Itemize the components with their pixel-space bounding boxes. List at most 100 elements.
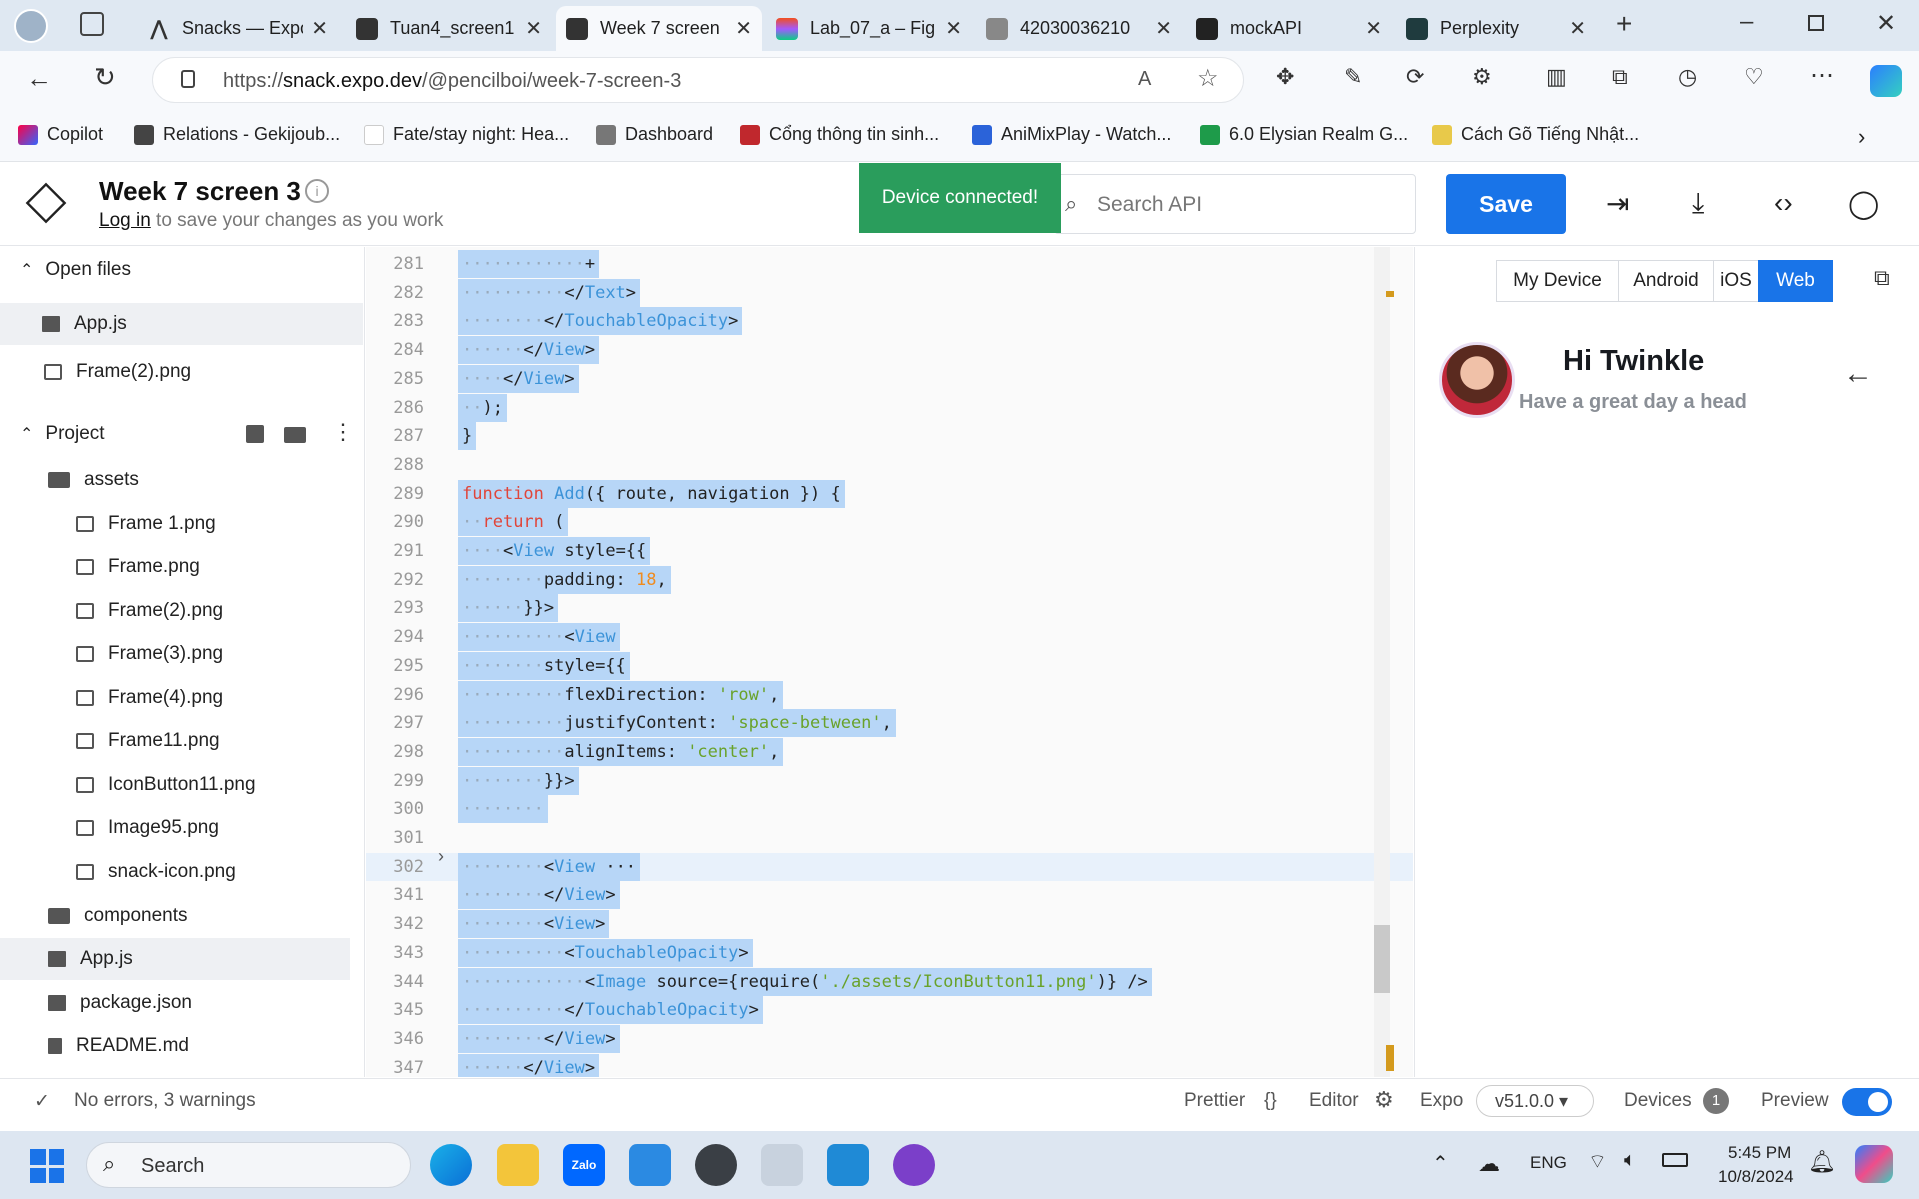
edge-icon[interactable]: [430, 1144, 472, 1186]
root-file-package-json[interactable]: package.json: [0, 982, 350, 1024]
scroll-thumb[interactable]: [1374, 925, 1390, 993]
tab-web[interactable]: Web: [1758, 260, 1833, 302]
collections-icon[interactable]: ⧉: [1612, 64, 1628, 90]
project-menu-icon[interactable]: ⋮: [332, 419, 354, 445]
pen-icon[interactable]: ✎: [1344, 64, 1362, 90]
battery-icon[interactable]: [1662, 1153, 1688, 1167]
tab-document[interactable]: 42030036210 ✕: [976, 6, 1182, 51]
sdk-version-select[interactable]: v51.0.0 ▾: [1476, 1085, 1594, 1117]
profile-avatar[interactable]: [14, 9, 48, 43]
folder-assets[interactable]: assets: [0, 459, 350, 501]
split-screen-icon[interactable]: ▥: [1546, 64, 1567, 90]
tab-week7[interactable]: Week 7 screen ✕: [556, 6, 762, 51]
photos-icon[interactable]: [761, 1144, 803, 1186]
history-icon[interactable]: ◷: [1678, 64, 1697, 90]
asset-file[interactable]: snack-icon.png: [0, 851, 350, 893]
folder-components[interactable]: components: [0, 895, 350, 937]
code-line[interactable]: 347 ······</View>: [366, 1053, 1413, 1077]
language-indicator[interactable]: ENG: [1530, 1153, 1567, 1173]
braces-icon[interactable]: {}: [1264, 1090, 1277, 1112]
open-file-frame2[interactable]: Frame(2).png: [0, 351, 350, 393]
code-line[interactable]: 283 ········</TouchableOpacity>: [366, 307, 1413, 336]
open-file-app-js[interactable]: App.js: [0, 303, 363, 345]
asset-file[interactable]: Frame11.png: [0, 720, 350, 762]
save-button[interactable]: Save: [1446, 174, 1566, 234]
new-file-icon[interactable]: [246, 425, 264, 443]
code-line[interactable]: 293 ······}}>: [366, 594, 1413, 623]
info-icon[interactable]: i: [305, 179, 329, 203]
asset-file[interactable]: Frame(2).png: [0, 590, 350, 632]
taskbar-search[interactable]: ⌕ Search: [86, 1142, 411, 1188]
close-icon[interactable]: ✕: [945, 16, 962, 41]
fold-chevron-icon[interactable]: ›: [438, 846, 444, 867]
code-line[interactable]: 295 ········style={{: [366, 651, 1413, 680]
asset-file[interactable]: Frame(4).png: [0, 677, 350, 719]
code-line[interactable]: 285 ····</View>: [366, 364, 1413, 393]
preview-label[interactable]: Preview: [1761, 1090, 1829, 1112]
download-icon[interactable]: ⤓: [1692, 187, 1704, 220]
windows-start-icon[interactable]: [30, 1149, 64, 1183]
code-line[interactable]: 302 ········<View ···: [366, 852, 1413, 881]
export-icon[interactable]: ⇥: [1606, 187, 1629, 220]
clock-date[interactable]: 10/8/2024: [1718, 1167, 1794, 1187]
more-menu-icon[interactable]: ⋯: [1810, 61, 1834, 90]
file-explorer-icon[interactable]: [497, 1144, 539, 1186]
devices-label[interactable]: Devices: [1624, 1090, 1692, 1112]
clock-time[interactable]: 5:45 PM: [1728, 1143, 1791, 1163]
user-account-icon[interactable]: ◯: [1848, 187, 1879, 220]
copilot-taskbar-icon[interactable]: [1855, 1145, 1893, 1183]
wifi-icon[interactable]: ⌔: [1588, 1149, 1607, 1174]
read-aloud-icon[interactable]: A: [1138, 68, 1151, 91]
tab-tuan4[interactable]: Tuan4_screen1 ✕: [346, 6, 552, 51]
code-line[interactable]: 301: [366, 824, 1413, 852]
bookmark-cong-thong-tin[interactable]: Cổng thông tin sinh...: [740, 124, 939, 145]
restore-icon[interactable]: [1808, 15, 1824, 31]
code-line[interactable]: 342 ········<View>: [366, 910, 1413, 939]
extensions-icon[interactable]: ⚙: [1472, 64, 1492, 90]
bookmark-relations[interactable]: Relations - Gekijoub...: [134, 124, 340, 145]
tab-my-device[interactable]: My Device: [1496, 260, 1619, 302]
performance-icon[interactable]: ♡: [1744, 64, 1764, 90]
tab-figma[interactable]: Lab_07_a – Fig ✕: [766, 6, 972, 51]
login-link[interactable]: Log in: [99, 210, 151, 231]
bookmark-cach-go[interactable]: Cách Gõ Tiếng Nhật...: [1432, 124, 1639, 145]
asset-file[interactable]: IconButton11.png: [0, 764, 350, 806]
workspaces-icon[interactable]: [80, 12, 104, 36]
tray-chevron-icon[interactable]: ⌃: [1432, 1151, 1449, 1176]
bookmark-fate[interactable]: Fate/stay night: Hea...: [364, 124, 569, 145]
copilot-icon[interactable]: [1870, 65, 1902, 97]
root-file-app-js[interactable]: App.js: [0, 938, 350, 980]
prettier-label[interactable]: Prettier: [1184, 1090, 1245, 1112]
close-icon[interactable]: ✕: [735, 16, 752, 41]
onedrive-icon[interactable]: ☁: [1478, 1151, 1500, 1177]
code-line[interactable]: 344 ············<Image source={require('.…: [366, 967, 1413, 996]
code-editor[interactable]: 281 ············+ 282 ··········</Text> 283 ·…: [366, 247, 1413, 1077]
snack-logo-icon[interactable]: [25, 182, 67, 224]
asset-file[interactable]: Frame(3).png: [0, 633, 350, 675]
bookmark-copilot[interactable]: Copilot: [18, 124, 103, 145]
bookmark-animixplay[interactable]: AniMixPlay - Watch...: [972, 124, 1171, 145]
code-line[interactable]: 298 ··········alignItems: 'center',: [366, 737, 1413, 766]
code-line[interactable]: 291 ····<View style={{: [366, 537, 1413, 565]
tab-mockapi[interactable]: mockAPI ✕: [1186, 6, 1392, 51]
url-bar[interactable]: https://snack.expo.dev/@pencilboi/week-7…: [152, 57, 1244, 103]
sync-icon[interactable]: ⟳: [1406, 64, 1424, 90]
back-arrow-icon[interactable]: ←: [1843, 357, 1873, 391]
code-line[interactable]: 294 ··········<View: [366, 623, 1413, 652]
code-line[interactable]: 346 ········</View>: [366, 1024, 1413, 1053]
code-line[interactable]: 289 function Add({ route, navigation }) {: [366, 479, 1413, 508]
code-line[interactable]: 341 ········</View>: [366, 881, 1413, 910]
embed-code-icon[interactable]: ‹›: [1774, 187, 1793, 219]
extension-move-icon[interactable]: ✥: [1276, 64, 1294, 90]
code-line[interactable]: 281 ············+: [366, 250, 1413, 278]
tab-android[interactable]: Android: [1618, 260, 1714, 302]
zalo-icon[interactable]: Zalo: [563, 1144, 605, 1186]
github-desktop-icon[interactable]: [893, 1144, 935, 1186]
new-tab-icon[interactable]: +: [1616, 8, 1632, 40]
code-line[interactable]: 287}: [366, 422, 1413, 451]
close-icon[interactable]: ✕: [311, 16, 328, 41]
close-icon[interactable]: ✕: [1365, 16, 1382, 41]
bookmarks-more-chevron-icon[interactable]: ›: [1858, 124, 1865, 150]
minimize-icon[interactable]: –: [1740, 8, 1753, 36]
errors-status[interactable]: No errors, 3 warnings: [74, 1090, 256, 1112]
